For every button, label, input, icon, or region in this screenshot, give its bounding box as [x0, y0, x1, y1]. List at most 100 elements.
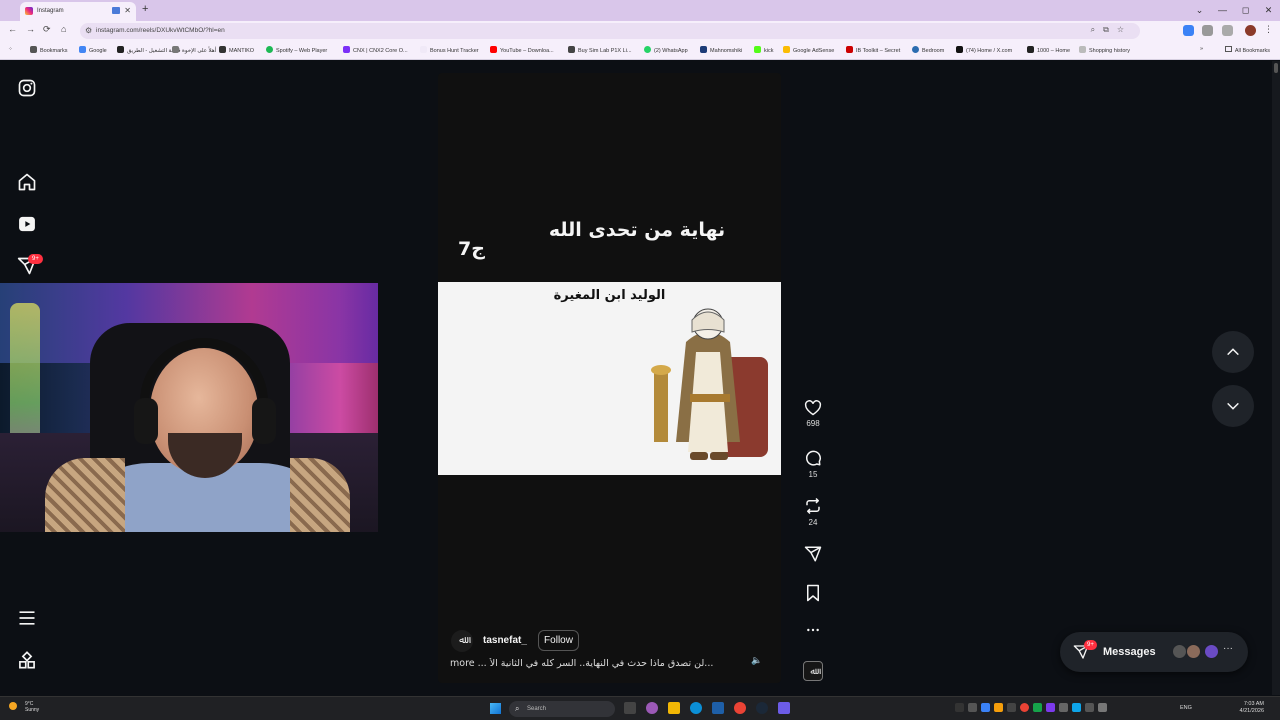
bookmark-item[interactable]: Spotify – Web Player [266, 46, 327, 54]
app-icon[interactable] [778, 702, 790, 714]
bookmark-item[interactable]: MANTIKO [219, 46, 254, 54]
back-icon[interactable]: ← [8, 24, 17, 34]
bookmark-item[interactable]: YouTube – Downloa... [490, 46, 554, 54]
extension-icon[interactable] [1183, 25, 1194, 36]
instagram-logo-icon[interactable] [17, 78, 37, 98]
follow-button[interactable]: Follow [538, 630, 579, 651]
bookmark-item[interactable]: Buy Sim Lab P1X Li... [568, 46, 632, 54]
share-action[interactable] [800, 545, 826, 563]
bookmark-item[interactable]: Google [79, 46, 107, 54]
apps-grid-icon[interactable]: ⁘ [8, 46, 13, 52]
tray-icon[interactable] [1059, 703, 1068, 712]
search-icon: ⌕ [515, 704, 520, 713]
bookmark-item[interactable]: Shopping history [1079, 46, 1130, 54]
heart-icon [804, 400, 822, 416]
tray-icon[interactable] [968, 703, 977, 712]
tray-icon[interactable] [994, 703, 1003, 712]
author-username[interactable]: tasnefat_ [483, 635, 527, 646]
bookmarks-overflow-icon[interactable]: » [1200, 46, 1203, 52]
bookmark-item[interactable]: قائمة التشغيل - الطريق [117, 46, 181, 54]
tray-icon[interactable] [955, 703, 964, 712]
tray-icon[interactable] [1046, 703, 1055, 712]
bookmark-item[interactable]: (74) Home / X.com [956, 46, 1012, 54]
bookmark-icon [807, 584, 819, 602]
bookmark-item[interactable]: 1000 – Home [1027, 46, 1070, 54]
bookmark-item[interactable]: Mahnomshiki [700, 46, 742, 54]
copilot-icon[interactable] [646, 702, 658, 714]
chevron-up-icon [1227, 348, 1239, 356]
tray-icon[interactable] [1033, 703, 1042, 712]
home-icon[interactable] [17, 172, 37, 192]
weather-widget[interactable]: 9°C Sunny [9, 701, 39, 713]
caption-more-link[interactable]: more [450, 658, 475, 669]
reel-video[interactable]: نهاية من تحدى الله ج7 الوليد ابن المغيرة… [438, 73, 781, 683]
audio-toggle-icon[interactable]: 🔈 [751, 655, 765, 669]
page-scrollbar[interactable] [1272, 61, 1280, 695]
reel-caption[interactable]: more ... لن تصدق ماذا حدث في النهاية.. ا… [450, 658, 722, 669]
headphones-ear-left [134, 398, 158, 444]
minimize-button[interactable]: — [1211, 0, 1234, 21]
like-action[interactable]: 698 [800, 400, 826, 428]
scrollbar-thumb[interactable] [1274, 63, 1278, 73]
site-info-icon[interactable]: ⚙ [85, 26, 92, 35]
reload-icon[interactable]: ⟳ [43, 24, 51, 35]
bookmark-item[interactable]: أهلاً على الإخوة [172, 46, 216, 54]
tray-icon[interactable] [981, 703, 990, 712]
tab-close-icon[interactable]: ✕ [124, 6, 131, 15]
edge-icon[interactable] [690, 702, 702, 714]
all-bookmarks-link[interactable]: All Bookmarks [1224, 46, 1270, 54]
more-options-icon [807, 628, 819, 632]
tab-search-icon[interactable]: ⌄ [1188, 0, 1211, 21]
share-icon [804, 546, 822, 562]
bookmark-item[interactable]: Bookmarks [30, 46, 68, 54]
store-icon[interactable] [712, 702, 724, 714]
more-menu-icon[interactable] [17, 608, 37, 628]
tray-icon[interactable] [1098, 703, 1107, 712]
comment-action[interactable]: 15 [800, 449, 826, 479]
home-icon[interactable]: ⌂ [61, 24, 66, 34]
bookmark-item[interactable]: Bonus Hunt Tracker [420, 46, 479, 54]
save-action[interactable] [800, 584, 826, 602]
bookmark-item[interactable]: (2) WhatsApp [644, 46, 688, 54]
downloads-icon[interactable] [1222, 25, 1233, 36]
new-tab-button[interactable]: + [142, 3, 148, 15]
menu-kebab-icon[interactable]: ⋮ [1264, 24, 1273, 35]
close-window-button[interactable]: ✕ [1257, 0, 1280, 21]
profile-avatar[interactable] [1245, 25, 1256, 36]
extensions-puzzle-icon[interactable] [1202, 25, 1213, 36]
previous-reel-button[interactable] [1212, 331, 1254, 373]
browser-tab[interactable]: Instagram ✕ [20, 2, 136, 21]
more-options-action[interactable] [800, 622, 826, 638]
omnibox-action-icons[interactable]: ⌕⧉☆ [1091, 25, 1132, 35]
also-from-meta-icon[interactable] [17, 651, 37, 671]
bookmark-item[interactable]: IB Toolkit – Secret [846, 46, 900, 54]
maximize-button[interactable]: ◻ [1234, 0, 1257, 21]
tray-icon[interactable] [1072, 703, 1081, 712]
file-explorer-icon[interactable] [668, 702, 680, 714]
bookmark-item[interactable]: Google AdSense [783, 46, 834, 54]
author-avatar[interactable]: ﷲ [451, 630, 473, 652]
tray-icon[interactable] [1020, 703, 1029, 712]
bookmark-item[interactable]: CNX | CNX2 Core O... [343, 46, 408, 54]
reels-icon[interactable] [17, 214, 37, 234]
windows-start-icon[interactable] [490, 703, 501, 714]
tray-icon[interactable] [1007, 703, 1016, 712]
steam-icon[interactable] [756, 702, 768, 714]
taskbar-search[interactable]: ⌕ Search [509, 701, 615, 717]
tray-icon[interactable] [1085, 703, 1094, 712]
forward-icon[interactable]: → [26, 24, 35, 34]
sun-icon [9, 702, 17, 710]
next-reel-button[interactable] [1212, 385, 1254, 427]
chrome-icon[interactable] [734, 702, 746, 714]
messages-button[interactable]: 9+ Messages ··· [1060, 632, 1248, 672]
url-omnibox[interactable]: ⚙ instagram.com/reels/DXUkvWtCMbO/?hl=en… [80, 23, 1140, 39]
repost-action[interactable]: 24 [800, 497, 826, 527]
audio-avatar[interactable]: ﷲ [803, 661, 823, 681]
task-view-icon[interactable] [624, 702, 636, 714]
bookmark-item[interactable]: Bedroom [912, 46, 944, 54]
panel-title: الوليد ابن المغيرة [553, 288, 666, 303]
message-avatar [1172, 644, 1187, 659]
input-language[interactable]: ENG [1180, 705, 1192, 711]
bookmark-item[interactable]: kick [754, 46, 773, 54]
taskbar-clock[interactable]: 7:03 AM 4/21/2026 [1228, 701, 1264, 715]
